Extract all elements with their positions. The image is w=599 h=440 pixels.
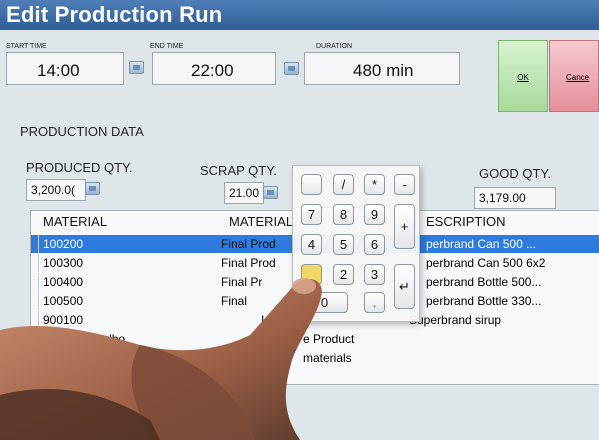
keypad-key-divide[interactable]: / — [333, 174, 354, 195]
material-type-cell: materials — [303, 351, 352, 365]
keypad-key-3[interactable]: 3 — [364, 264, 385, 285]
end-time-picker-icon[interactable] — [284, 62, 299, 75]
material-type-cell: Final Prod — [221, 237, 276, 251]
produced-qty-field[interactable]: 3,200.0( — [26, 179, 86, 201]
material-type-cell: Final Prod — [221, 256, 276, 270]
row-selector — [31, 330, 39, 348]
end-time-field[interactable]: 22:00 — [152, 52, 276, 85]
keypad-key-decimal[interactable]: . — [364, 292, 385, 313]
keypad-key-1-pressed[interactable] — [301, 264, 322, 285]
duration-value: 480 min — [353, 61, 414, 80]
produced-qty-picker-icon[interactable] — [85, 182, 100, 195]
keypad-key-7[interactable]: 7 — [301, 204, 322, 225]
material-cell: 100300 — [43, 256, 84, 270]
keypad-key-multiply[interactable]: * — [364, 174, 385, 195]
material-cell: 100500 — [43, 294, 84, 308]
row-selector — [31, 235, 39, 253]
start-time-label: START TIME — [6, 43, 47, 50]
column-header-description[interactable]: ESCRIPTION — [426, 211, 505, 233]
material-cell: Carton, Cardbo — [43, 332, 126, 346]
cancel-button[interactable]: Cance — [549, 40, 599, 112]
description-cell: perbrand Bottle 500... — [426, 275, 542, 289]
duration-field: 480 min — [304, 52, 460, 85]
keypad-key-9[interactable]: 9 — [364, 204, 385, 225]
column-header-material[interactable]: MATERIAL — [43, 211, 107, 233]
good-qty-label: GOOD QTY. — [479, 166, 551, 181]
row-selector — [31, 273, 39, 291]
keypad-key-minus[interactable]: - — [394, 174, 415, 195]
keypad-key-plus[interactable]: + — [394, 204, 415, 249]
material-type-cell: I — [261, 313, 265, 327]
scrap-qty-picker-icon[interactable] — [263, 186, 278, 199]
keypad-key-2[interactable]: 2 — [333, 264, 354, 285]
end-time-value: 22:00 — [191, 61, 234, 80]
material-cell: 100400 — [43, 275, 84, 289]
column-header-material-type[interactable]: MATERIAL — [229, 211, 293, 233]
description-cell: perbrand Can 500 6x2 — [426, 256, 546, 270]
scrap-qty-label: SCRAP QTY. — [200, 163, 277, 178]
material-cell: 900100 — [43, 313, 84, 327]
good-qty-field: 3,179.00 — [474, 187, 556, 209]
window-title: Edit Production Run — [0, 0, 599, 30]
material-type-cell: Final Pr — [221, 275, 263, 289]
keypad-key-5[interactable]: 5 — [333, 234, 354, 255]
section-title: PRODUCTION DATA — [20, 124, 144, 139]
material-type-cell: Final — [221, 294, 248, 308]
keypad-key-0[interactable]: 0 — [301, 292, 348, 313]
produced-qty-label: PRODUCED QTY. — [26, 160, 133, 175]
start-time-picker-icon[interactable] — [129, 61, 144, 74]
numeric-keypad: / * - 7 8 9 + 4 5 6 2 3 ↵ 0 . — [292, 165, 420, 322]
start-time-field[interactable]: 14:00 — [6, 52, 124, 85]
description-cell: Superbrand sirup — [409, 313, 502, 327]
row-selector — [31, 311, 39, 329]
keypad-key-6[interactable]: 6 — [364, 234, 385, 255]
keypad-key-blank[interactable] — [301, 174, 322, 195]
material-cell: 100200 — [43, 237, 84, 251]
keypad-key-4[interactable]: 4 — [301, 234, 322, 255]
table-row[interactable]: Carton, Cardbo e Product — [31, 330, 599, 348]
table-row[interactable]: materials — [31, 349, 599, 367]
scrap-qty-field[interactable]: 21.00 — [224, 182, 264, 204]
description-cell: perbrand Bottle 330... — [426, 294, 542, 308]
description-cell: perbrand Can 500 ... — [426, 237, 537, 251]
duration-label: DURATION — [316, 43, 353, 50]
material-type-cell: e Product — [303, 332, 355, 346]
end-time-label: END TIME — [150, 43, 184, 50]
ok-button[interactable]: OK — [498, 40, 548, 112]
keypad-key-enter[interactable]: ↵ — [394, 264, 415, 309]
keypad-key-8[interactable]: 8 — [333, 204, 354, 225]
row-selector — [31, 292, 39, 310]
start-time-value: 14:00 — [37, 61, 80, 80]
row-selector — [31, 254, 39, 272]
